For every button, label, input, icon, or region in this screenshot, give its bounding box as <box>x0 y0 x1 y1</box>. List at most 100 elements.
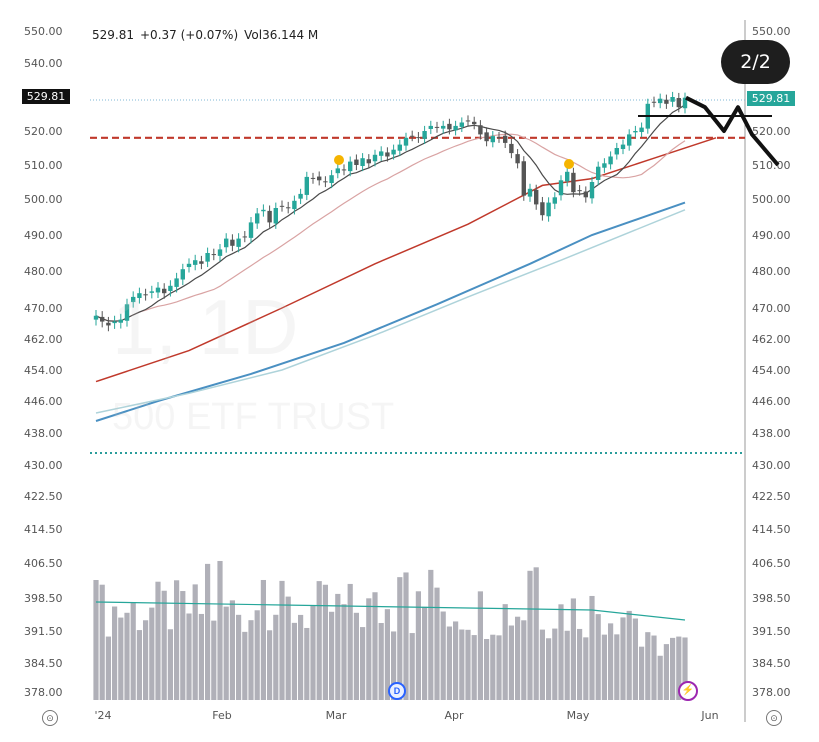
candle-body <box>447 123 452 130</box>
volume-bar <box>521 620 527 700</box>
volume-bar <box>298 614 304 700</box>
volume-bar <box>304 627 310 700</box>
dividend-badge[interactable]: D <box>388 682 406 700</box>
candle-body <box>193 260 198 265</box>
candle-body <box>410 135 415 137</box>
candle-body <box>286 207 291 209</box>
candle-body <box>211 254 216 256</box>
volume-bar <box>471 635 477 700</box>
page-indicator-badge[interactable]: 2/2 <box>721 40 790 84</box>
volume-bar <box>446 626 452 700</box>
candle-body <box>403 137 409 146</box>
header-volume-label: Vol <box>244 28 263 42</box>
volume-bar <box>403 572 409 700</box>
volume-bar <box>260 579 266 700</box>
volume-bar <box>409 633 415 700</box>
crosshair-price-tag: 529.81 <box>22 89 70 104</box>
volume-bar <box>310 605 316 700</box>
candle-body <box>205 253 210 262</box>
volume-bar <box>285 596 291 700</box>
y-axis-label-right: 454.00 <box>752 364 791 377</box>
candle-body <box>106 322 111 326</box>
y-axis-label-left: 510.00 <box>24 159 63 172</box>
volume-bar <box>657 655 663 700</box>
candle-body <box>577 190 582 192</box>
candle-body <box>416 137 421 139</box>
candle-body <box>465 120 471 122</box>
candle-body <box>323 181 328 183</box>
volume-bar <box>279 580 285 700</box>
volume-bar <box>229 600 235 700</box>
volume-bar <box>316 581 322 700</box>
volume-bar <box>242 631 248 700</box>
candle-body <box>670 97 675 102</box>
candle-body <box>565 171 570 182</box>
candle-body <box>441 125 446 129</box>
y-axis-label-left: 470.00 <box>24 302 63 315</box>
volume-bar <box>552 628 558 700</box>
candle-body <box>515 154 520 164</box>
y-axis-label-right: 520.00 <box>752 125 791 138</box>
candle-body <box>571 172 576 193</box>
candle-body <box>620 144 626 150</box>
y-axis-label-right: 446.00 <box>752 395 791 408</box>
volume-bar <box>502 604 508 700</box>
header-volume: 36.144 M <box>262 28 319 42</box>
y-axis-label-left: 454.00 <box>24 364 63 377</box>
y-axis-label-left: 384.50 <box>24 657 63 670</box>
watermark-name: 500 ETF TRUST <box>112 396 395 438</box>
y-axis-label-left: 520.00 <box>24 125 63 138</box>
volume-bar <box>167 629 173 700</box>
candle-body <box>540 202 545 216</box>
candle-body <box>310 177 316 179</box>
candle-body <box>93 315 99 320</box>
volume-bar <box>539 629 545 700</box>
volume-bar <box>601 634 607 700</box>
watermark-symbol: 1, 1D <box>112 283 299 371</box>
candle-body <box>236 238 241 247</box>
candle-body <box>546 202 551 217</box>
volume-bar <box>440 611 446 700</box>
volume-bar <box>124 612 130 700</box>
candle-body <box>558 180 564 196</box>
candle-body <box>298 193 303 199</box>
left-settings-icon[interactable]: ⊙ <box>42 710 58 726</box>
candle-body <box>490 136 495 143</box>
candle-body <box>242 236 247 238</box>
y-axis-label-left: 430.00 <box>24 459 63 472</box>
event-badge[interactable]: ⚡ <box>678 681 698 701</box>
y-axis-label-right: 430.00 <box>752 459 791 472</box>
candle-body <box>348 161 353 172</box>
y-axis-label-right: 414.50 <box>752 523 791 536</box>
volume-bar <box>620 617 626 700</box>
volume-bar <box>180 591 186 700</box>
volume-bar <box>105 636 111 700</box>
right-settings-icon[interactable]: ⊙ <box>766 710 782 726</box>
volume-bar <box>564 630 570 700</box>
candle-body <box>279 205 285 207</box>
volume-bar <box>428 569 434 700</box>
volume-bar <box>366 598 372 700</box>
volume-bar <box>155 581 161 700</box>
volume-bar <box>347 583 353 700</box>
y-axis-label-right: 510.00 <box>752 159 791 172</box>
y-axis-label-left: 462.00 <box>24 333 63 346</box>
y-axis-label-right: 391.50 <box>752 625 791 638</box>
x-axis-label: Jun <box>700 709 718 722</box>
ohlc-header: 529.81 +0.37 (+0.07%) Vol36.144 M <box>92 28 324 42</box>
y-axis-label-left: 406.50 <box>24 557 63 570</box>
candle-body <box>255 213 260 224</box>
volume-bar <box>422 606 428 700</box>
volume-bar <box>341 604 347 700</box>
candle-body <box>230 239 235 246</box>
y-axis-label-left: 540.00 <box>24 57 63 70</box>
candle-body <box>385 152 390 157</box>
volume-bar <box>143 620 149 700</box>
y-axis-label-right: 406.50 <box>752 557 791 570</box>
volume-bar <box>645 632 651 700</box>
candle-body <box>602 163 607 168</box>
candle-body <box>379 151 384 156</box>
candle-body <box>459 122 464 127</box>
volume-bar <box>236 614 242 700</box>
candle-body <box>180 269 185 280</box>
